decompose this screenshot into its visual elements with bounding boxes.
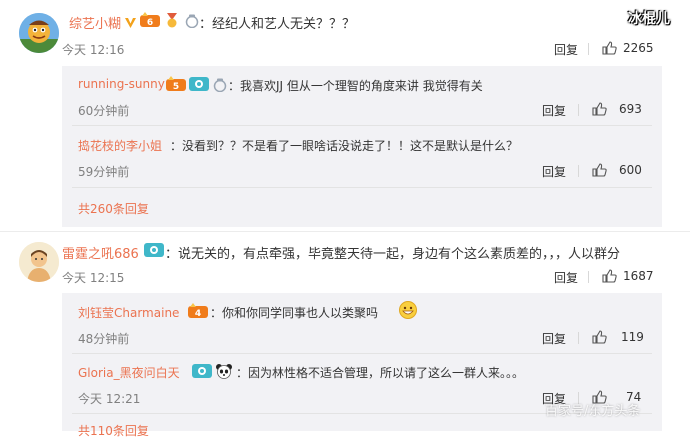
like-count: 2265	[623, 41, 654, 55]
panda-icon	[215, 363, 233, 383]
reply-time: 48分钟前	[78, 332, 130, 346]
like-count: 1687	[623, 269, 654, 283]
vip-crown-icon: 4	[188, 303, 208, 323]
verified-v-icon	[124, 14, 137, 33]
divider	[588, 271, 589, 283]
grin-emoji-icon	[398, 300, 418, 324]
divider	[72, 187, 652, 188]
fan-badge-icon	[185, 13, 199, 32]
like-count: 693	[619, 102, 642, 116]
svg-text:6: 6	[147, 18, 153, 28]
reply-text: ：你和你同学同事也人以类聚吗	[210, 306, 379, 320]
thumbs-up-icon[interactable]	[602, 40, 617, 59]
reply-time: 59分钟前	[78, 165, 130, 179]
watermark-bottom: 百家号/东方头条	[545, 404, 641, 419]
like-count: 600	[619, 163, 642, 177]
comment-time: 今天 12:15	[62, 271, 125, 285]
reply-time: 60分钟前	[78, 104, 130, 118]
divider	[72, 353, 652, 354]
vip-crown-icon: 6	[140, 12, 160, 32]
svg-text:5: 5	[173, 82, 179, 92]
more-replies-link[interactable]: 共260条回复	[78, 200, 149, 217]
divider	[578, 104, 579, 116]
medal-icon	[164, 12, 180, 32]
comment-time: 今天 12:16	[62, 43, 125, 57]
reply-text: ：因为林性格不适合管理，所以请了这么一群人来。。。	[236, 366, 525, 380]
reply-username[interactable]: running-sunny	[78, 77, 165, 91]
reply-button[interactable]: 回复	[542, 330, 566, 347]
divider	[588, 43, 589, 55]
fan-badge-icon	[144, 242, 164, 262]
divider	[578, 165, 579, 177]
reply-button[interactable]: 回复	[554, 269, 578, 286]
divider	[72, 125, 652, 126]
thumbs-up-icon[interactable]	[602, 268, 617, 287]
like-count: 119	[621, 330, 644, 344]
fan-badge-icon	[192, 363, 212, 383]
medal-icon	[213, 77, 227, 96]
vip-crown-icon: 5	[166, 76, 186, 96]
reply-text: ：我喜欢JJ 但从一个理智的角度来讲 我觉得有关	[228, 79, 483, 93]
reply-button[interactable]: 回复	[542, 163, 566, 180]
avatar[interactable]	[19, 242, 59, 282]
thumbs-up-icon[interactable]	[592, 162, 607, 181]
svg-text:4: 4	[195, 309, 201, 319]
reply-username[interactable]: 捣花枝的李小姐	[78, 137, 162, 154]
reply-button[interactable]: 回复	[554, 41, 578, 58]
reply-text: ：没看到？？不是看了一眼啥话没说走了！！这不是默认是什么？	[170, 139, 519, 153]
comment-text: ：说无关的，有点牵强，毕竟整天待一起，身边有个这么素质差的，，，人以群分	[165, 247, 621, 262]
divider	[578, 332, 579, 344]
fan-badge-icon	[189, 76, 209, 96]
reply-username[interactable]: Gloria_黑夜问白天	[78, 364, 180, 381]
reply-button[interactable]: 回复	[542, 102, 566, 119]
comment-username[interactable]: 雷霆之吼686	[62, 243, 139, 262]
avatar[interactable]	[19, 13, 59, 53]
thumbs-up-icon[interactable]	[592, 101, 607, 120]
comment-text: ：经纪人和艺人无关？？？	[199, 17, 356, 32]
watermark-top: 冰棍儿	[628, 11, 670, 27]
divider	[0, 231, 690, 232]
reply-username[interactable]: 刘钰莹Charmaine	[78, 304, 179, 321]
thumbs-up-icon[interactable]	[592, 329, 607, 348]
comment-username[interactable]: 综艺小糊	[69, 13, 121, 32]
reply-time: 今天 12:21	[78, 392, 141, 406]
